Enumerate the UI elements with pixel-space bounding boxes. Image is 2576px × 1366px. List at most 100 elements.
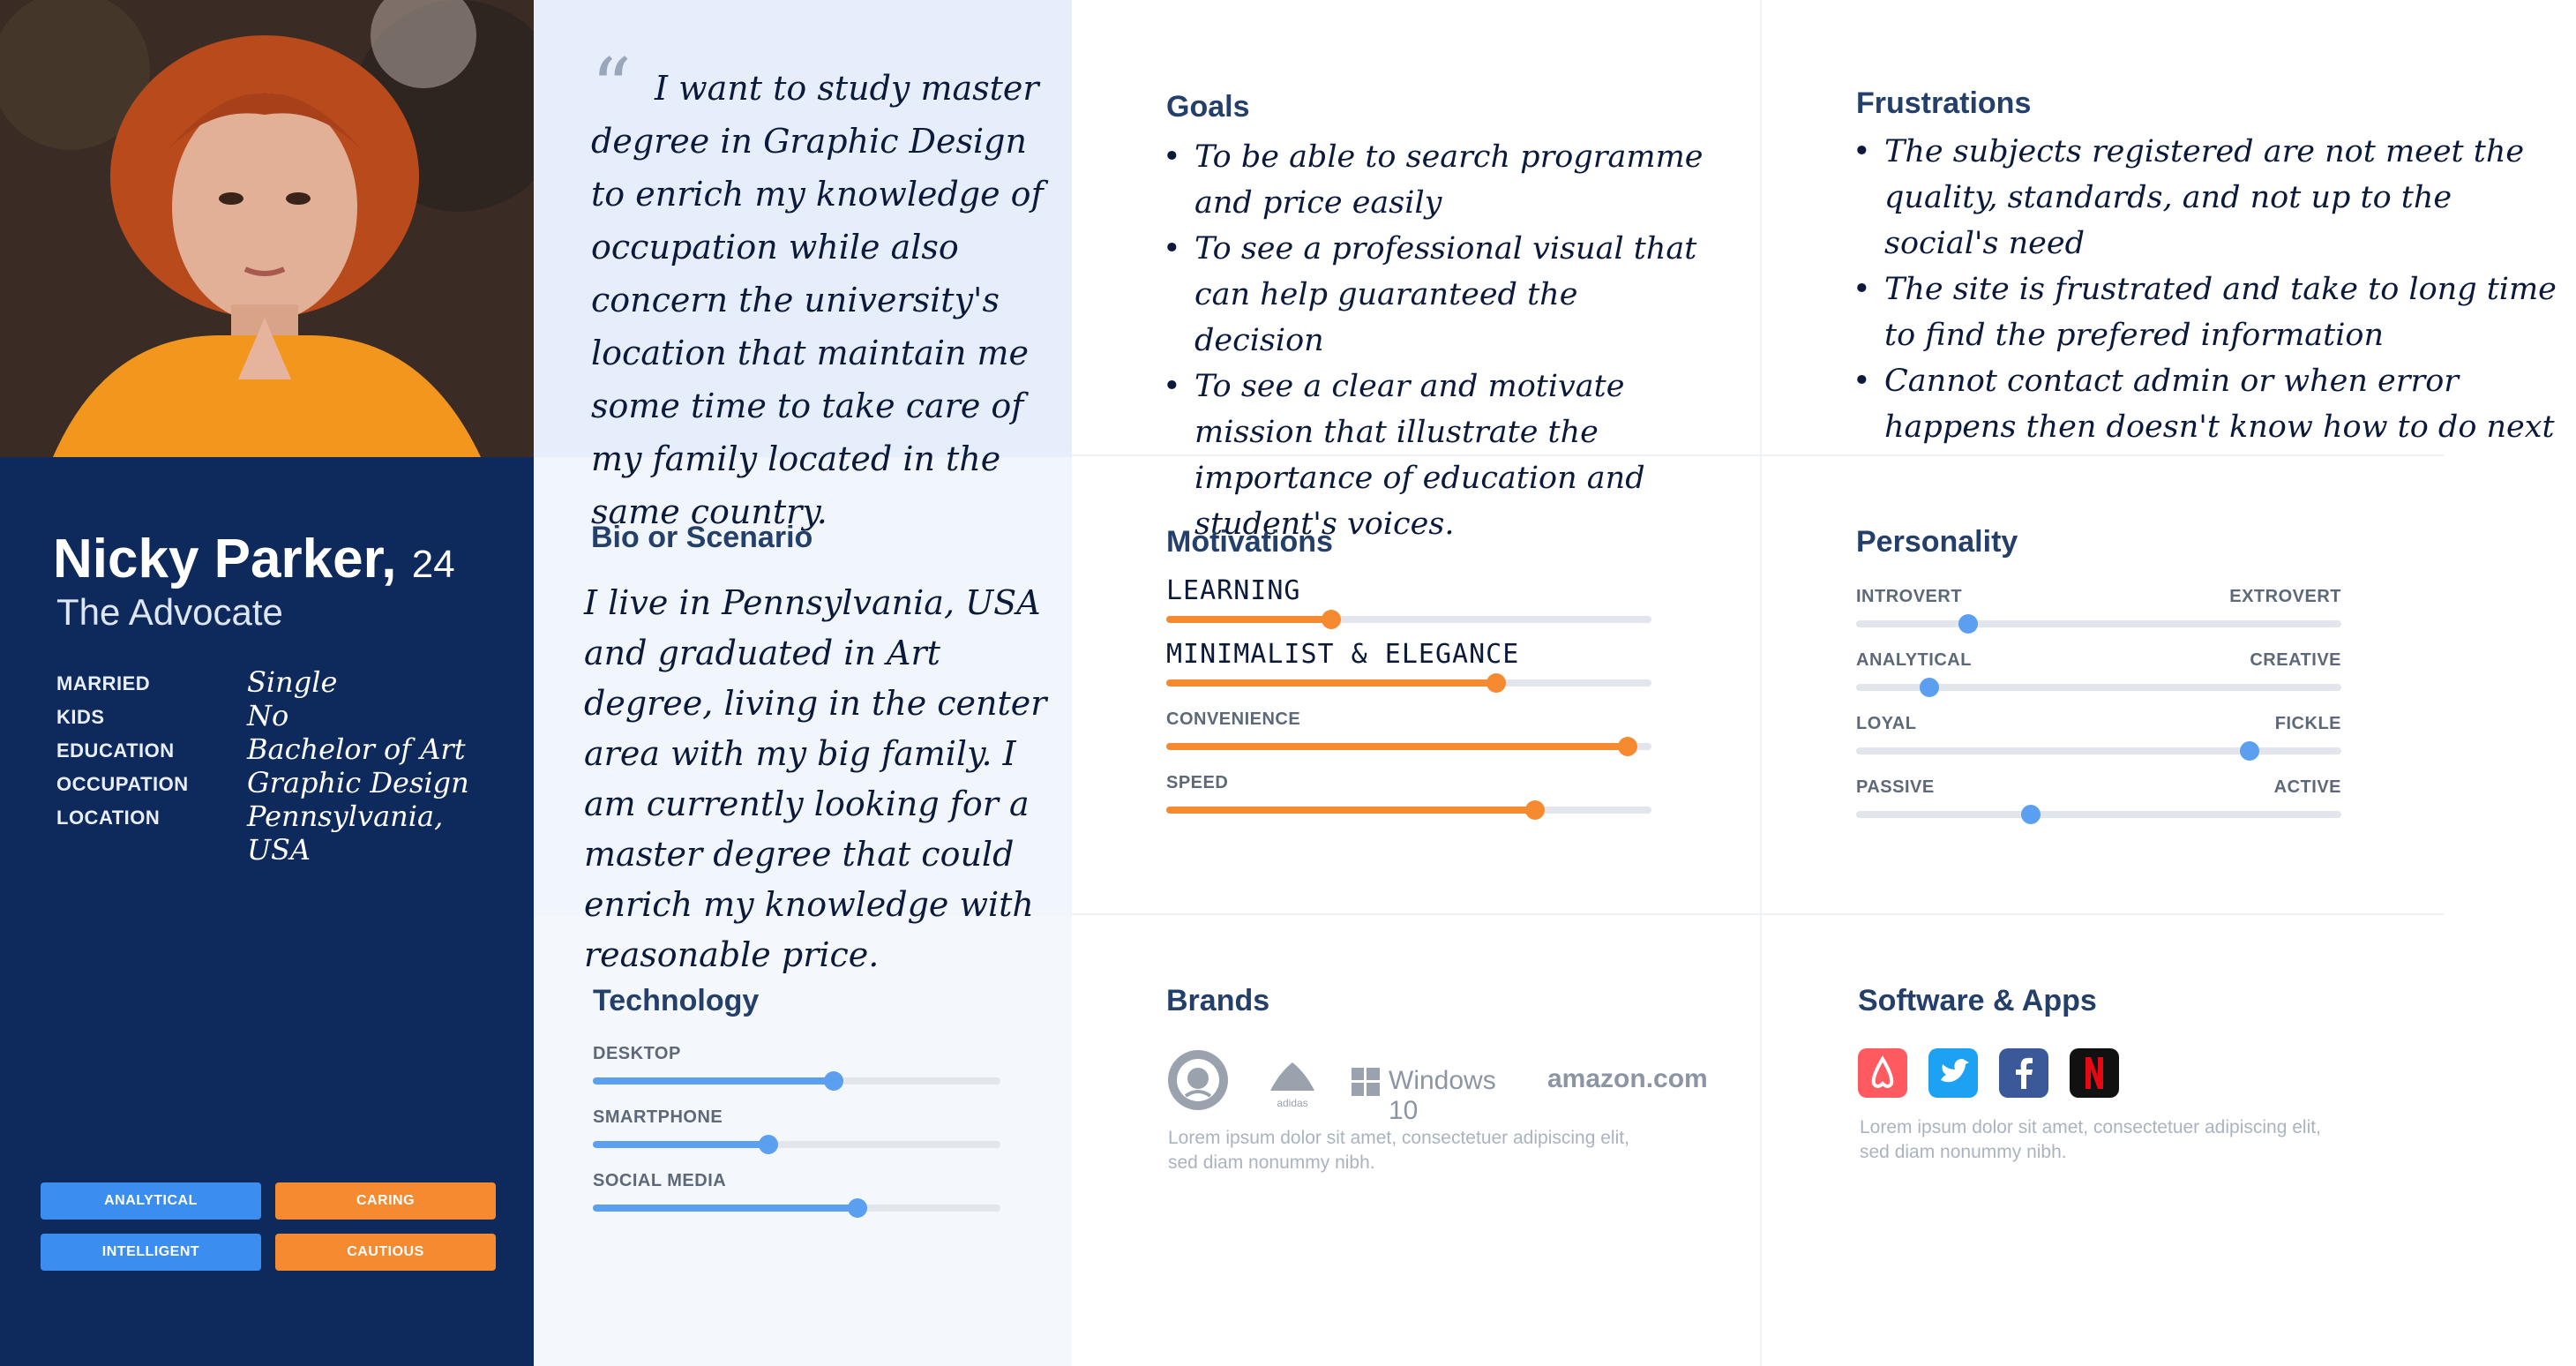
motivations-list: LEARNING MINIMALIST & ELEGANCE CONVENIEN… — [1166, 575, 1651, 847]
info-value: Graphic Design — [247, 766, 469, 799]
technology-label: DESKTOP — [593, 1044, 681, 1063]
motivation-track — [1166, 673, 1651, 693]
personality-track — [1856, 805, 2341, 824]
apps-row — [1858, 1048, 2299, 1101]
personality-left-label: PASSIVE — [1856, 777, 1935, 797]
info-row-education: EDUCATION Bachelor of Art — [56, 732, 515, 766]
frustration-item: The subjects registered are not meet the… — [1853, 129, 2558, 266]
persona-sidebar: Nicky Parker, 24 The Advocate MARRIED Si… — [0, 457, 534, 1366]
technology-slider: DESKTOP — [593, 1044, 1000, 1097]
software-title: Software & Apps — [1858, 984, 2097, 1017]
frustration-item: The site is frustrated and take to long … — [1853, 266, 2558, 358]
info-value: Bachelor of Art — [247, 732, 466, 766]
frustration-item: Cannot contact admin or when error happe… — [1853, 358, 2558, 450]
info-label: LOCATION — [56, 807, 161, 829]
motivation-fill — [1166, 679, 1496, 687]
persona-portrait-image — [0, 0, 534, 457]
personality-knob — [2239, 741, 2259, 761]
trait-tag-analytical: ANALYTICAL — [41, 1182, 261, 1220]
personality-left-label: INTROVERT — [1856, 587, 1963, 606]
motivation-track — [1166, 737, 1651, 756]
technology-knob — [758, 1135, 778, 1154]
personality-knob — [2021, 805, 2041, 824]
goal-item: To be able to search programme and price… — [1163, 134, 1710, 226]
trait-tag-caring: CARING — [275, 1182, 496, 1220]
frustrations-title: Frustrations — [1856, 86, 2032, 120]
personality-left-label: ANALYTICAL — [1856, 650, 1972, 670]
technology-label: SMARTPHONE — [593, 1107, 723, 1127]
personality-left-label: LOYAL — [1856, 714, 1917, 733]
amazon-wordmark: amazon.com — [1547, 1064, 1708, 1093]
persona-name: Nicky Parker, — [53, 529, 397, 589]
info-row-location: LOCATION Pennsylvania, USA — [56, 799, 515, 867]
personality-track — [1856, 741, 2341, 761]
technology-fill — [593, 1205, 858, 1212]
info-value: Single — [247, 665, 338, 699]
adidas-wordmark: adidas — [1277, 1097, 1307, 1109]
technology-track — [593, 1198, 1000, 1218]
technology-knob — [848, 1198, 868, 1218]
trait-tag-intelligent: INTELLIGENT — [41, 1234, 261, 1271]
personality-right-label: FICKLE — [2274, 714, 2341, 733]
starbucks-logo-icon — [1168, 1050, 1228, 1110]
info-label: EDUCATION — [56, 739, 175, 762]
windows-icon — [1352, 1068, 1380, 1096]
airbnb-icon — [1858, 1048, 1907, 1098]
motivation-label: SPEED — [1166, 773, 1229, 792]
bio-text: I live in Pennsylvania, USA and graduate… — [584, 583, 1047, 974]
motivation-knob — [1617, 737, 1637, 756]
technology-track — [593, 1135, 1000, 1154]
motivation-track — [1166, 800, 1651, 820]
personality-list: INTROVERT EXTROVERT ANALYTICAL CREATIVE … — [1856, 587, 2341, 852]
brands-row: adidas Windows 10 amazon.com — [1166, 1048, 1708, 1125]
motivation-slider: SPEED — [1166, 773, 1651, 826]
facebook-icon — [1999, 1048, 2048, 1098]
motivation-knob — [1322, 610, 1341, 629]
motivation-slider: MINIMALIST & ELEGANCE — [1166, 639, 1651, 699]
brands-description: Lorem ipsum dolor sit amet, consectetuer… — [1168, 1128, 1629, 1173]
info-row-kids: KIDS No — [56, 699, 515, 732]
bio-title: Bio or Scenario — [591, 521, 813, 554]
motivation-track — [1166, 610, 1651, 629]
netflix-icon — [2070, 1048, 2119, 1098]
adidas-logo-icon: adidas — [1269, 1062, 1316, 1109]
motivation-fill — [1166, 807, 1535, 814]
info-value: Pennsylvania, USA — [247, 799, 444, 867]
motivation-slider: CONVENIENCE — [1166, 709, 1651, 762]
motivations-title: Motivations — [1166, 525, 1333, 559]
technology-track — [593, 1071, 1000, 1091]
brands-title: Brands — [1166, 984, 1270, 1017]
frustrations-list: The subjects registered are not meet the… — [1853, 129, 2558, 450]
goals-list: To be able to search programme and price… — [1163, 134, 1710, 547]
personality-knob — [1919, 678, 1939, 697]
personality-slider: LOYAL FICKLE — [1856, 714, 2341, 767]
motivation-fill — [1166, 616, 1331, 623]
persona-name-line: Nicky Parker, 24 — [53, 528, 455, 590]
persona-quote: I want to study master degree in Graphic… — [591, 69, 1044, 531]
personality-slider: INTROVERT EXTROVERT — [1856, 587, 2341, 640]
technology-knob — [823, 1071, 843, 1091]
technology-slider: SOCIAL MEDIA — [593, 1171, 1000, 1224]
technology-fill — [593, 1141, 768, 1148]
motivation-label: LEARNING — [1166, 575, 1301, 606]
personality-knob — [1958, 614, 1978, 634]
motivation-knob — [1486, 673, 1506, 693]
row-divider — [1072, 913, 2444, 915]
column-divider — [1760, 0, 1762, 1366]
motivation-label: MINIMALIST & ELEGANCE — [1166, 639, 1520, 670]
technology-list: DESKTOP SMARTPHONE SOCIAL MEDIA — [593, 1044, 1000, 1247]
technology-title: Technology — [593, 984, 760, 1017]
persona-age: 24 — [411, 543, 455, 586]
software-description: Lorem ipsum dolor sit amet, consectetuer… — [1860, 1117, 2321, 1162]
info-value: No — [247, 699, 289, 732]
personality-right-label: CREATIVE — [2250, 650, 2341, 670]
motivation-fill — [1166, 743, 1628, 750]
motivation-slider: LEARNING — [1166, 575, 1651, 635]
info-label: KIDS — [56, 706, 105, 728]
personality-track — [1856, 678, 2341, 697]
personality-right-label: ACTIVE — [2273, 777, 2341, 797]
personality-slider: PASSIVE ACTIVE — [1856, 777, 2341, 830]
personality-track — [1856, 614, 2341, 634]
personality-slider: ANALYTICAL CREATIVE — [1856, 650, 2341, 703]
motivation-label: CONVENIENCE — [1166, 709, 1301, 729]
